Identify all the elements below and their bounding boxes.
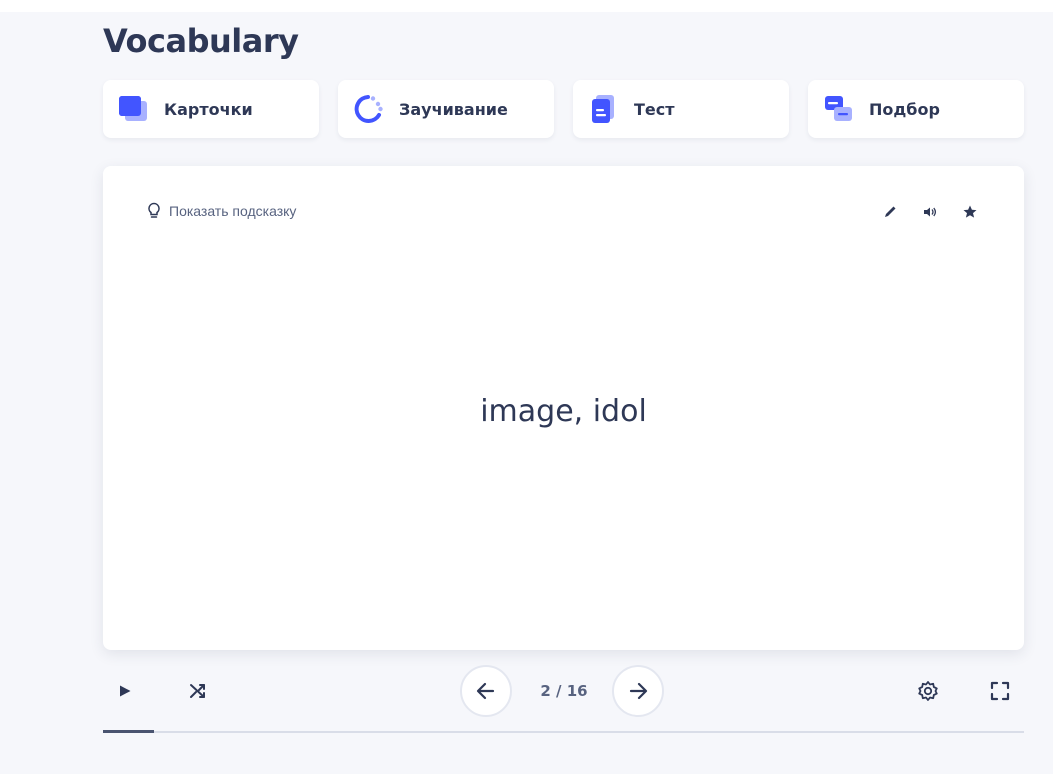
arrow-left-icon <box>476 682 495 700</box>
mode-match-button[interactable]: Подбор <box>808 80 1024 138</box>
mode-test-label: Тест <box>634 100 675 119</box>
next-card-button[interactable] <box>612 665 664 717</box>
shuffle-icon[interactable] <box>186 679 210 703</box>
study-modes: Карточки Заучивание Тест Подбор <box>103 80 1024 138</box>
test-icon <box>587 93 619 125</box>
mode-learn-label: Заучивание <box>399 100 508 119</box>
previous-card-button[interactable] <box>460 665 512 717</box>
learn-icon <box>352 93 384 125</box>
mode-learn-button[interactable]: Заучивание <box>338 80 554 138</box>
show-hint-button[interactable]: Показать подсказку <box>147 202 296 220</box>
play-icon[interactable] <box>113 679 137 703</box>
flashcard[interactable]: Показать подсказку image, idol <box>103 166 1024 650</box>
progress-fill <box>103 730 154 733</box>
lightbulb-icon <box>147 202 161 220</box>
card-actions <box>880 202 980 222</box>
mode-test-button[interactable]: Тест <box>573 80 789 138</box>
mode-match-label: Подбор <box>869 100 940 119</box>
edit-icon[interactable] <box>880 202 900 222</box>
page-title: Vocabulary <box>103 22 299 60</box>
show-hint-label: Показать подсказку <box>169 203 297 219</box>
progress-bar <box>103 730 1024 733</box>
match-icon <box>822 93 854 125</box>
top-strip <box>0 0 1053 12</box>
audio-icon[interactable] <box>920 202 940 222</box>
mode-flashcards-label: Карточки <box>164 100 253 119</box>
flashcards-icon <box>117 93 149 125</box>
mode-flashcards-button[interactable]: Карточки <box>103 80 319 138</box>
card-term: image, idol <box>480 394 647 429</box>
card-counter: 2 / 16 <box>540 682 588 700</box>
settings-icon[interactable] <box>915 678 941 704</box>
fullscreen-icon[interactable] <box>987 678 1013 704</box>
card-controls: 2 / 16 <box>103 662 1024 720</box>
arrow-right-icon <box>629 682 648 700</box>
star-icon[interactable] <box>960 202 980 222</box>
